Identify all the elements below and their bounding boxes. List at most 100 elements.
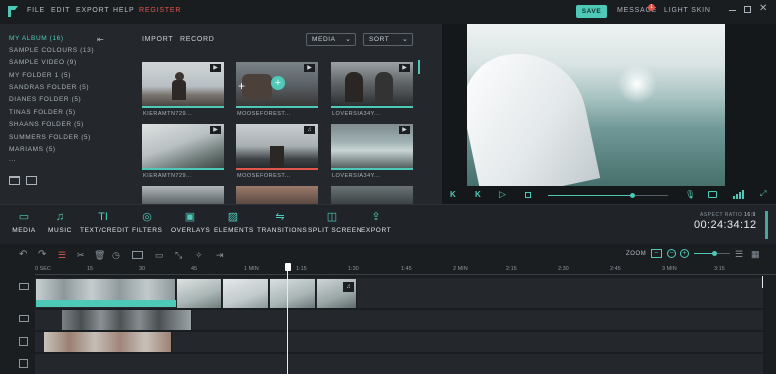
preview-video[interactable]: [467, 24, 725, 186]
tool-transitions[interactable]: ⇋ TRANSITIONS: [257, 210, 307, 234]
list-view-icon[interactable]: ☰: [735, 249, 743, 260]
ruler-label: 30: [139, 266, 146, 272]
zoom-slider-handle[interactable]: [712, 251, 717, 256]
camera-snapshot-icon[interactable]: [708, 191, 717, 198]
elements-icon: ▨: [227, 211, 239, 223]
folder-icon: ▭: [18, 211, 30, 223]
tool-elements[interactable]: ▨ ELEMENTS: [214, 210, 253, 234]
tool-text-credit[interactable]: TI TEXT/CREDIT: [80, 210, 129, 234]
media-thumbnail[interactable]: ▶: [142, 124, 224, 170]
tool-split-screen[interactable]: ◫ SPLIT SCREEN: [308, 210, 361, 234]
zoom-out-icon[interactable]: −: [667, 249, 676, 258]
media-thumbnail[interactable]: + + ▶: [236, 62, 318, 108]
skip-start-icon[interactable]: K: [450, 190, 456, 199]
screen-icon[interactable]: ▭: [155, 250, 164, 261]
media-thumbnail[interactable]: [236, 186, 318, 204]
album-item[interactable]: SAMPLE VIDEO (9): [9, 59, 77, 66]
menu-edit[interactable]: EDIT: [51, 7, 70, 14]
tool-filters[interactable]: ◎ FILTERS: [132, 210, 162, 234]
minimize-icon[interactable]: [729, 10, 736, 11]
media-filter-select[interactable]: MEDIA ⌄: [306, 33, 356, 46]
save-button[interactable]: SAVE: [576, 5, 607, 18]
tool-bar: ▭ MEDIA ♫ MUSIC TI TEXT/CREDIT ◎ FILTERS…: [0, 204, 776, 244]
menu-file[interactable]: FILE: [27, 7, 45, 14]
media-thumbnail[interactable]: ▶: [142, 62, 224, 108]
video-track-icon: [19, 315, 29, 322]
aspect-ratio-value[interactable]: 16:9: [744, 212, 756, 218]
magic-icon[interactable]: ✧: [195, 250, 203, 261]
media-thumbnail[interactable]: ▶: [331, 62, 413, 108]
add-to-timeline-icon[interactable]: +: [271, 76, 285, 90]
tool-overlays[interactable]: ▣ OVERLAYS: [171, 210, 210, 234]
ruler-label: 2:45: [610, 266, 621, 272]
microphone-icon[interactable]: 🎙: [685, 190, 695, 199]
menu-help[interactable]: HELP: [113, 7, 135, 14]
timeline-clip[interactable]: [177, 279, 222, 308]
media-thumbnail[interactable]: [142, 186, 224, 204]
album-item[interactable]: SUMMERS FOLDER (5): [9, 134, 91, 141]
zoom-in-icon[interactable]: +: [680, 249, 689, 258]
clip-selection-bar: [36, 300, 176, 307]
volume-bars-icon[interactable]: [733, 190, 744, 199]
sort-select[interactable]: SORT ⌄: [363, 33, 413, 46]
menu-register[interactable]: REGISTER: [139, 7, 181, 14]
media-label: MOOSEFOREST...: [237, 173, 291, 179]
collapse-sidebar-icon[interactable]: ⇤: [97, 35, 104, 44]
stop-icon[interactable]: [525, 192, 531, 198]
timeline-clip[interactable]: [44, 332, 172, 352]
settings-sliders-icon[interactable]: ☰: [58, 250, 66, 261]
export-frame-icon[interactable]: ⇥: [216, 250, 224, 261]
media-thumbnail[interactable]: ♫: [236, 124, 318, 170]
zoom-slider[interactable]: [694, 251, 730, 256]
album-item[interactable]: SANDRAS FOLDER (5): [9, 84, 89, 91]
level-meter-icon: [765, 211, 768, 239]
filters-icon: ◎: [142, 211, 152, 223]
menu-export[interactable]: EXPORT: [76, 7, 109, 14]
crop-icon[interactable]: [132, 251, 143, 259]
record-button[interactable]: RECORD: [180, 36, 215, 43]
ruler-label: 1:45: [401, 266, 412, 272]
tool-export[interactable]: ⇪ EXPORT: [361, 210, 391, 234]
light-skin-button[interactable]: LIGHT SKIN: [664, 7, 711, 14]
clock-icon[interactable]: ◷: [112, 250, 120, 261]
play-icon[interactable]: ▷: [499, 189, 506, 200]
album-item[interactable]: MARIAMS (5): [9, 146, 56, 153]
playhead-handle[interactable]: [285, 263, 291, 271]
undo-icon[interactable]: ↶: [19, 249, 27, 260]
tool-media[interactable]: ▭ MEDIA: [10, 210, 38, 234]
resize-icon[interactable]: ⤡: [175, 250, 182, 261]
grid-view-icon[interactable]: ▦: [751, 249, 760, 260]
media-scrollbar[interactable]: [418, 60, 420, 74]
playback-slider[interactable]: [548, 193, 668, 198]
zoom-fit-icon[interactable]: ⇔: [651, 249, 662, 258]
playhead-line[interactable]: [287, 271, 288, 374]
media-label: MOOSEFOREST...: [237, 111, 291, 117]
add-folder-icon[interactable]: [9, 176, 20, 185]
album-item[interactable]: DIANES FOLDER (5): [9, 96, 81, 103]
tool-music[interactable]: ♫ MUSIC: [46, 210, 74, 234]
import-button[interactable]: IMPORT: [142, 36, 173, 43]
media-thumbnail[interactable]: [331, 186, 413, 204]
fullscreen-icon[interactable]: ⤢: [760, 189, 766, 199]
timeline-clip[interactable]: [223, 279, 269, 308]
redo-icon[interactable]: ↷: [38, 249, 46, 260]
delete-icon[interactable]: 🗑: [94, 250, 105, 261]
album-item[interactable]: SHAANS FOLDER (5): [9, 121, 84, 128]
timeline-clip[interactable]: [36, 279, 176, 300]
timeline-clip[interactable]: [62, 310, 192, 330]
album-item[interactable]: SAMPLE COLOURS (13): [9, 47, 94, 54]
maximize-icon[interactable]: [744, 6, 751, 13]
step-back-icon[interactable]: K: [475, 190, 481, 199]
album-item[interactable]: MY FOLDER 1 (5): [9, 72, 71, 79]
album-item[interactable]: TINAS FOLDER (5): [9, 109, 76, 116]
ruler-label: 2:15: [506, 266, 517, 272]
album-item[interactable]: MY ALBUM (16): [9, 35, 64, 42]
cut-icon[interactable]: ✂: [77, 250, 85, 261]
media-label: KIERAMTN729...: [143, 173, 193, 179]
aspect-ratio-label: ASPECT RATIO 16:9: [700, 212, 756, 218]
timeline-clip[interactable]: [270, 279, 316, 308]
media-thumbnail[interactable]: ▶: [331, 124, 413, 170]
slider-handle[interactable]: [630, 193, 635, 198]
remove-folder-icon[interactable]: [26, 176, 37, 185]
close-icon[interactable]: ✕: [759, 3, 767, 14]
